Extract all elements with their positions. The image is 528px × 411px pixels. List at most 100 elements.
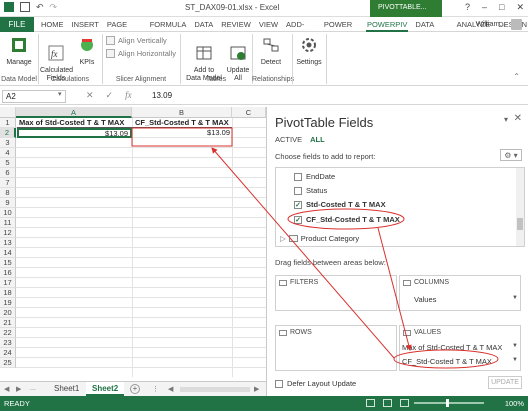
- field-item-status[interactable]: Status: [294, 186, 327, 195]
- row-header[interactable]: 5: [0, 158, 16, 168]
- gear-icon[interactable]: ⚙ ▾: [500, 149, 522, 161]
- row-header[interactable]: 14: [0, 248, 16, 258]
- row-header[interactable]: 22: [0, 328, 16, 338]
- tab-data-min[interactable]: DATA MIN: [414, 17, 449, 44]
- tab-view[interactable]: VIEW: [258, 17, 279, 32]
- cancel-icon[interactable]: ✕: [86, 90, 94, 101]
- checkbox-checked[interactable]: ✓: [294, 200, 302, 209]
- tab-formula[interactable]: FORMULA: [149, 17, 188, 32]
- area-filters[interactable]: FILTERS: [275, 275, 397, 311]
- row-header[interactable]: 25: [0, 358, 16, 368]
- row-header[interactable]: 3: [0, 138, 16, 148]
- tab-power-q[interactable]: POWER Q: [323, 17, 360, 44]
- settings-button[interactable]: Settings: [294, 36, 324, 67]
- save-icon[interactable]: [20, 2, 30, 12]
- area-columns[interactable]: COLUMNS Values ▼: [399, 275, 521, 311]
- tab-home[interactable]: HOME: [40, 17, 65, 32]
- chevron-down-icon[interactable]: ▼: [512, 343, 518, 349]
- user-name[interactable]: William...: [476, 19, 506, 28]
- field-list[interactable]: EndDate Status ✓ Std-Costed T & T MAX ✓ CF…: [275, 167, 525, 247]
- pane-options-icon[interactable]: ▾: [504, 115, 508, 124]
- row-header[interactable]: 4: [0, 148, 16, 158]
- minimize-button[interactable]: –: [482, 2, 487, 13]
- area-values[interactable]: VALUES Max of Std-Costed T & T MAX ▼ CF_…: [399, 325, 521, 371]
- tab-page-lay[interactable]: PAGE LAY: [106, 17, 143, 44]
- avatar[interactable]: [511, 19, 522, 30]
- name-box[interactable]: A2: [2, 90, 66, 103]
- row-header[interactable]: 23: [0, 338, 16, 348]
- column-header-c[interactable]: C: [232, 107, 266, 118]
- defer-layout-update[interactable]: Defer Layout Update: [275, 379, 356, 388]
- update-button[interactable]: UPDATE: [488, 376, 522, 389]
- hscroll-right-icon[interactable]: ▶: [254, 385, 259, 393]
- expand-icon[interactable]: ▷: [280, 234, 286, 243]
- kpis-button[interactable]: KPIs: [76, 36, 98, 67]
- row-header[interactable]: 11: [0, 218, 16, 228]
- close-icon[interactable]: ✕: [514, 113, 522, 124]
- row-header[interactable]: 1: [0, 118, 16, 128]
- row-header[interactable]: 17: [0, 278, 16, 288]
- row-header[interactable]: 13: [0, 238, 16, 248]
- detect-button[interactable]: Detect: [256, 36, 286, 67]
- normal-view-icon[interactable]: [366, 399, 375, 407]
- field-item-cf-std-costed-max[interactable]: ✓ CF_Std-Costed T & T MAX: [294, 215, 400, 224]
- insert-function-icon[interactable]: fx: [125, 90, 132, 101]
- column-header-b[interactable]: B: [132, 107, 232, 118]
- align-vertically-button[interactable]: Align Vertically: [106, 36, 167, 45]
- page-break-view-icon[interactable]: [400, 399, 409, 407]
- values-item-max-std-costed[interactable]: Max of Std-Costed T & T MAX: [402, 343, 502, 352]
- redo-icon[interactable]: ↷: [50, 2, 58, 12]
- area-rows[interactable]: ROWS: [275, 325, 397, 371]
- tab-data[interactable]: DATA: [193, 17, 214, 32]
- add-sheet-icon[interactable]: +: [130, 384, 140, 394]
- cell-a2[interactable]: $13.09: [17, 128, 132, 138]
- more-sheets-icon[interactable]: ...: [30, 385, 36, 392]
- checkbox-checked[interactable]: ✓: [294, 215, 302, 224]
- row-header[interactable]: 16: [0, 268, 16, 278]
- scroll-thumb[interactable]: [517, 218, 523, 230]
- tab-active[interactable]: ACTIVE: [275, 135, 302, 144]
- checkbox[interactable]: [294, 186, 302, 195]
- cell-b2[interactable]: $13.09: [133, 128, 232, 138]
- undo-icon[interactable]: ↶: [36, 2, 44, 12]
- table-item-product-category[interactable]: ▷ Product Category: [280, 234, 359, 243]
- page-layout-view-icon[interactable]: [383, 399, 392, 407]
- tab-powerpiv[interactable]: POWERPIV: [365, 17, 409, 32]
- row-header[interactable]: 8: [0, 188, 16, 198]
- row-header[interactable]: 15: [0, 258, 16, 268]
- close-button[interactable]: ✕: [516, 2, 524, 13]
- values-item-cf-std-costed[interactable]: CF_Std-Costed T & T MAX: [402, 357, 492, 366]
- chevron-down-icon[interactable]: ▼: [512, 295, 518, 301]
- align-horizontally-button[interactable]: Align Horizontally: [106, 49, 176, 58]
- enter-icon[interactable]: ✓: [106, 90, 114, 101]
- field-list-scrollbar[interactable]: [516, 168, 524, 246]
- horizontal-scrollbar[interactable]: [180, 387, 250, 392]
- row-header[interactable]: 20: [0, 308, 16, 318]
- checkbox[interactable]: [294, 172, 302, 181]
- tab-review[interactable]: REVIEW: [220, 17, 252, 32]
- tab-insert[interactable]: INSERT: [71, 17, 100, 32]
- sheet-tab-sheet1[interactable]: Sheet1: [48, 382, 85, 396]
- manage-button[interactable]: Manage: [4, 36, 34, 67]
- worksheet-grid[interactable]: A B C 1 2 3 4 5 6 7 8 9 10 11 12 13 14 15 16 17 18 19 20 21 2…: [0, 107, 266, 377]
- tab-add-ins[interactable]: ADD-INS: [285, 17, 317, 44]
- hscroll-left-icon[interactable]: ◀: [168, 385, 173, 393]
- sheet-tab-sheet2[interactable]: Sheet2: [86, 382, 125, 396]
- help-button[interactable]: ?: [465, 2, 470, 13]
- columns-item-values[interactable]: Values: [414, 295, 436, 304]
- tab-all[interactable]: ALL: [310, 135, 325, 144]
- row-header[interactable]: 10: [0, 208, 16, 218]
- chevron-down-icon[interactable]: ▼: [512, 357, 518, 363]
- row-header[interactable]: 2: [0, 128, 16, 138]
- row-header[interactable]: 24: [0, 348, 16, 358]
- row-header[interactable]: 6: [0, 168, 16, 178]
- chevron-down-icon[interactable]: ▾: [58, 90, 62, 98]
- next-sheet-icon[interactable]: ▶: [16, 385, 21, 393]
- row-header[interactable]: 18: [0, 288, 16, 298]
- row-header[interactable]: 19: [0, 298, 16, 308]
- zoom-slider[interactable]: [414, 402, 484, 404]
- maximize-button[interactable]: □: [499, 2, 504, 13]
- row-header[interactable]: 21: [0, 318, 16, 328]
- formula-input[interactable]: 13.09: [152, 91, 172, 100]
- zoom-slider-thumb[interactable]: [446, 399, 449, 407]
